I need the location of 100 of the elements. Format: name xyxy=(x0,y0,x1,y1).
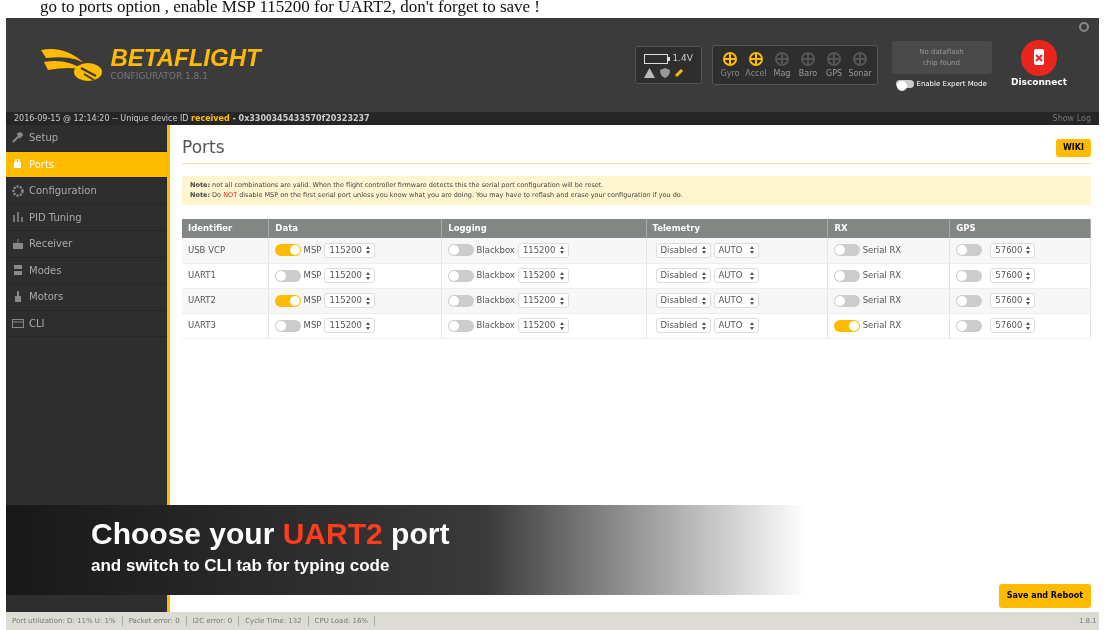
baud-select[interactable]: Disabled xyxy=(655,318,711,333)
link-icon xyxy=(674,67,685,78)
wiki-button[interactable]: WIKI xyxy=(1056,138,1091,157)
motor-icon xyxy=(12,290,24,303)
select-arrow-icon xyxy=(1026,296,1031,305)
select-arrow-icon xyxy=(749,296,754,305)
select-arrow-icon xyxy=(749,246,754,255)
toggle-switch[interactable] xyxy=(275,319,302,332)
baud-select[interactable]: 115200 xyxy=(517,293,569,308)
disconnect-button[interactable]: Disconnect xyxy=(1005,39,1073,91)
toggle-switch[interactable] xyxy=(834,319,861,332)
baud-select[interactable]: Disabled xyxy=(655,242,711,258)
sensor-icon xyxy=(799,50,817,68)
toggle-label: Blackbox xyxy=(476,320,515,330)
toggle-switch[interactable] xyxy=(956,269,983,282)
sensor-indicator: Sonar xyxy=(847,50,873,80)
toggle-switch[interactable] xyxy=(448,244,475,257)
sensor-icon xyxy=(747,50,765,68)
shield-icon xyxy=(659,67,670,78)
plug-icon xyxy=(12,158,24,171)
baud-select[interactable]: AUTO xyxy=(713,318,759,333)
page-title: Ports xyxy=(182,136,225,159)
toggle-switch[interactable] xyxy=(834,244,861,257)
sidebar-item[interactable]: Motors xyxy=(6,284,167,311)
select-arrow-icon xyxy=(366,321,371,330)
usb-icon xyxy=(1021,40,1057,77)
sensor-icon xyxy=(825,50,843,68)
select-arrow-icon xyxy=(749,321,754,330)
baud-select[interactable]: 57600 xyxy=(990,268,1036,283)
sensor-indicator: Mag xyxy=(769,50,795,80)
warning-icon xyxy=(644,67,656,78)
baud-select[interactable]: 57600 xyxy=(990,242,1036,258)
baud-select[interactable]: 115200 xyxy=(517,318,569,333)
toggle-switch[interactable] xyxy=(275,244,302,257)
baud-select[interactable]: AUTO xyxy=(713,242,759,258)
terminal-icon xyxy=(12,317,24,330)
save-reboot-button[interactable]: Save and Reboot xyxy=(998,584,1091,608)
toggle-switch[interactable] xyxy=(834,269,861,282)
toggle-switch[interactable] xyxy=(448,269,475,282)
column-header: GPS xyxy=(949,219,1091,238)
battery-icon xyxy=(644,53,671,64)
bar-chart-icon xyxy=(12,211,24,224)
select-arrow-icon xyxy=(366,271,371,280)
baud-select[interactable]: 115200 xyxy=(324,242,376,258)
toggle-label: Blackbox xyxy=(476,244,515,255)
select-arrow-icon xyxy=(701,296,706,305)
toggle-switch[interactable] xyxy=(834,294,861,307)
column-header: Telemetry xyxy=(646,219,828,238)
gear-icon xyxy=(12,184,24,197)
column-header: Logging xyxy=(441,219,646,238)
toggle-label: Serial RX xyxy=(862,270,902,281)
baud-select[interactable]: 115200 xyxy=(517,268,569,283)
select-arrow-icon xyxy=(1026,271,1031,280)
sensor-indicator: Baro xyxy=(795,50,821,80)
port-name: UART3 xyxy=(182,313,269,338)
baud-select[interactable]: 57600 xyxy=(990,318,1036,333)
baud-select[interactable]: 115200 xyxy=(324,293,376,308)
toggle-label: MSP xyxy=(303,270,322,280)
select-arrow-icon xyxy=(559,296,564,305)
toggle-switch[interactable] xyxy=(448,294,475,307)
toggle-label: Blackbox xyxy=(476,270,515,280)
receiver-icon xyxy=(12,237,24,250)
toggle-switch[interactable] xyxy=(956,294,983,307)
port-name: USB VCP xyxy=(182,238,269,263)
settings-icon[interactable] xyxy=(1079,22,1089,32)
toggle-label: MSP xyxy=(303,320,322,330)
toggle-label: Serial RX xyxy=(862,295,902,306)
baud-select[interactable]: Disabled xyxy=(655,268,711,283)
toggle-label: Blackbox xyxy=(476,295,515,305)
baud-select[interactable]: 115200 xyxy=(517,242,569,258)
baud-select[interactable]: 57600 xyxy=(990,293,1036,308)
select-arrow-icon xyxy=(559,321,564,330)
toggle-switch[interactable] xyxy=(956,319,983,332)
battery-voltage: 1.4V xyxy=(672,52,693,66)
sidebar-item[interactable]: Modes xyxy=(6,257,167,284)
toggle-switch[interactable] xyxy=(275,294,302,307)
select-arrow-icon xyxy=(701,246,706,255)
sidebar-item[interactable]: CLI xyxy=(6,310,167,337)
video-caption: go to ports option , enable MSP 115200 for UART2, don't forget to save ! xyxy=(39,0,542,18)
baud-select[interactable]: 115200 xyxy=(324,268,376,283)
baud-select[interactable]: 115200 xyxy=(324,318,376,333)
sidebar-item[interactable]: Configuration xyxy=(6,178,167,205)
sidebar-item[interactable]: Setup xyxy=(6,125,167,152)
baud-select[interactable]: Disabled xyxy=(655,293,711,308)
select-arrow-icon xyxy=(559,246,564,255)
toggle-label: Serial RX xyxy=(862,320,902,331)
select-arrow-icon xyxy=(1026,246,1031,255)
select-arrow-icon xyxy=(1026,321,1031,330)
toggle-switch[interactable] xyxy=(956,244,983,257)
sidebar-item[interactable]: PID Tuning xyxy=(6,204,167,231)
toggle-switch[interactable] xyxy=(448,319,475,332)
expert-mode-toggle[interactable] xyxy=(896,79,915,88)
toggle-switch[interactable] xyxy=(275,269,302,282)
column-header: Identifier xyxy=(182,219,269,238)
baud-select[interactable]: AUTO xyxy=(713,268,759,283)
sidebar-item[interactable]: Receiver xyxy=(6,231,167,258)
show-log-link[interactable]: Show Log xyxy=(1052,112,1091,125)
baud-select[interactable]: AUTO xyxy=(713,293,759,308)
toggle-label: MSP xyxy=(303,295,322,305)
select-arrow-icon xyxy=(366,296,371,305)
